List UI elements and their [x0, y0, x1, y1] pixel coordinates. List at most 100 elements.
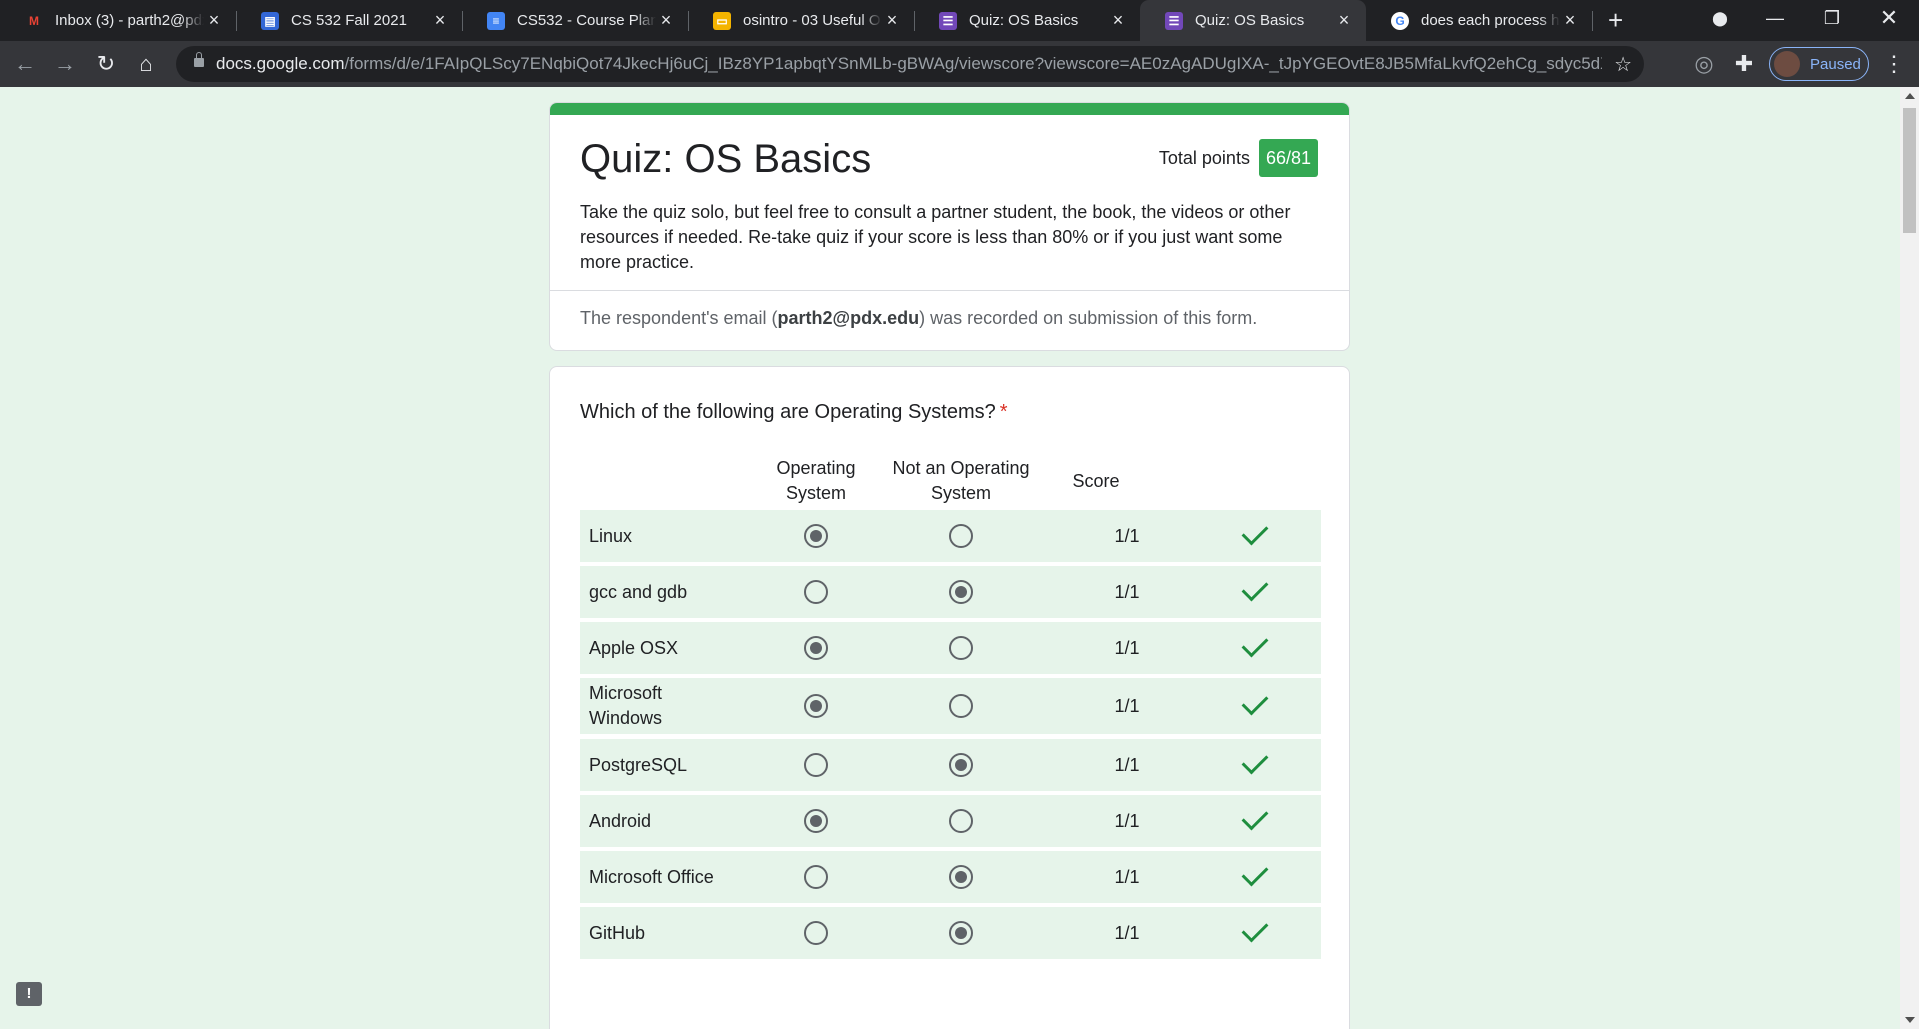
- close-icon[interactable]: ×: [882, 10, 902, 31]
- option-not-os-radio[interactable]: [949, 921, 973, 945]
- theme-color-band: [550, 103, 1349, 115]
- option-os-radio[interactable]: [804, 809, 828, 833]
- option-not-os-radio[interactable]: [949, 865, 973, 889]
- row-label: Android: [589, 810, 652, 831]
- restore-icon[interactable]: ❐: [1804, 0, 1860, 36]
- option-os-radio[interactable]: [804, 636, 828, 660]
- scroll-down-arrow-icon[interactable]: [1905, 1017, 1915, 1023]
- form-header-card: Quiz: OS Basics Total points 66/81 Take …: [549, 102, 1350, 351]
- tab-title: CS 532 Fall 2021: [291, 12, 407, 29]
- sites-icon: ▤: [261, 11, 279, 30]
- close-icon[interactable]: ×: [204, 10, 224, 31]
- address-bar[interactable]: docs.google.com/forms/d/e/1FAIpQLScy7ENq…: [176, 46, 1644, 82]
- row-label: Microsoft Windows: [589, 683, 663, 728]
- row-label: Linux: [589, 525, 633, 546]
- column-header-score: Score: [1072, 471, 1120, 491]
- menu-kebab-icon[interactable]: ⋮: [1879, 49, 1909, 79]
- google-icon: G: [1391, 11, 1409, 30]
- slides-icon: ▭: [713, 11, 731, 30]
- minimize-icon[interactable]: —: [1747, 0, 1803, 36]
- url-path: /forms/d/e/1FAIpQLScy7ENqbiQot74JkecHj6u…: [344, 54, 1602, 73]
- option-not-os-radio[interactable]: [949, 809, 973, 833]
- tab-course-plan[interactable]: ≡ CS532 - Course Plan for Fall 2021 ×: [462, 0, 688, 41]
- question-text: Which of the following are Operating Sys…: [580, 401, 996, 423]
- option-not-os-radio[interactable]: [949, 753, 973, 777]
- tab-inbox[interactable]: M Inbox (3) - parth2@pdx.edu ×: [0, 0, 236, 41]
- column-header-os: Operating System: [776, 458, 856, 503]
- profile-button[interactable]: Paused: [1769, 47, 1869, 81]
- tab-title: Quiz: OS Basics: [1195, 12, 1305, 29]
- new-tab-plus-icon[interactable]: +: [1608, 5, 1623, 36]
- option-not-os-radio[interactable]: [949, 636, 973, 660]
- vertical-scrollbar[interactable]: [1900, 87, 1919, 1029]
- tab-quiz-os-basics-active[interactable]: ☰ Quiz: OS Basics ×: [1140, 0, 1366, 41]
- lock-icon[interactable]: [194, 52, 204, 67]
- forward-arrow-icon[interactable]: →: [50, 49, 80, 79]
- row-label: gcc and gdb: [589, 581, 688, 602]
- option-not-os-radio[interactable]: [949, 580, 973, 604]
- row-label: PostgreSQL: [589, 754, 688, 775]
- tab-quiz-os-basics[interactable]: ☰ Quiz: OS Basics ×: [914, 0, 1140, 41]
- grid-row: GitHub 1/1: [580, 907, 1321, 959]
- browser-tab-strip: M Inbox (3) - parth2@pdx.edu × ▤ CS 532 …: [0, 0, 1919, 41]
- close-icon[interactable]: ×: [1560, 10, 1580, 31]
- docs-icon: ≡: [487, 11, 505, 30]
- tab-google-search[interactable]: G does each process have ×: [1366, 0, 1592, 41]
- option-not-os-radio[interactable]: [949, 524, 973, 548]
- total-points-label: Total points: [1158, 147, 1250, 168]
- url-text[interactable]: docs.google.com/forms/d/e/1FAIpQLScy7ENq…: [216, 54, 1602, 74]
- form-title: Quiz: OS Basics: [580, 137, 872, 181]
- form-description: Take the quiz solo, but feel free to con…: [580, 202, 1291, 272]
- row-label: Microsoft Office: [589, 866, 714, 887]
- close-icon[interactable]: ×: [656, 10, 676, 31]
- total-points: Total points 66/81: [1159, 139, 1318, 177]
- close-icon[interactable]: ×: [1108, 10, 1128, 31]
- correct-check-icon: [1241, 803, 1269, 831]
- grid-row: Android 1/1: [580, 795, 1321, 847]
- tab-title: Quiz: OS Basics: [969, 12, 1079, 29]
- tab-cs532-site[interactable]: ▤ CS 532 Fall 2021 ×: [236, 0, 462, 41]
- close-window-icon[interactable]: ✕: [1861, 0, 1917, 36]
- tab-search-icon[interactable]: ⬤: [1692, 0, 1748, 36]
- question-title: Which of the following are Operating Sys…: [580, 401, 1008, 424]
- email-suffix: ) was recorded on submission of this for…: [919, 308, 1258, 328]
- avatar: [1774, 51, 1800, 77]
- report-feedback-icon[interactable]: !: [16, 982, 42, 1006]
- option-os-radio[interactable]: [804, 694, 828, 718]
- row-score: 1/1: [1114, 867, 1140, 887]
- reload-icon[interactable]: ↻: [91, 49, 121, 79]
- correct-check-icon: [1241, 747, 1269, 775]
- scroll-up-arrow-icon[interactable]: [1905, 93, 1915, 99]
- option-os-radio[interactable]: [804, 524, 828, 548]
- column-header-not-os: Not an Operating System: [892, 458, 1030, 503]
- forms-icon: ☰: [939, 11, 957, 30]
- required-asterisk: *: [999, 401, 1008, 423]
- bookmark-star-icon[interactable]: ☆: [1614, 52, 1632, 77]
- grid-row: PostgreSQL 1/1: [580, 739, 1321, 791]
- tab-title: osintro - 03 Useful OS: [743, 12, 882, 29]
- tab-osintro-slides[interactable]: ▭ osintro - 03 Useful OS ×: [688, 0, 914, 41]
- option-os-radio[interactable]: [804, 921, 828, 945]
- back-arrow-icon[interactable]: ←: [10, 49, 40, 79]
- close-icon[interactable]: ×: [1334, 10, 1354, 31]
- extension-icon[interactable]: ◎: [1689, 49, 1719, 79]
- grid-row: Linux 1/1: [580, 510, 1321, 562]
- row-score: 1/1: [1114, 526, 1140, 546]
- forms-icon: ☰: [1165, 11, 1183, 30]
- tab-title: CS532 - Course Plan for Fall 2021: [517, 12, 656, 29]
- row-score: 1/1: [1114, 696, 1140, 716]
- row-score: 1/1: [1114, 755, 1140, 775]
- extensions-puzzle-icon[interactable]: ✚: [1729, 49, 1759, 79]
- option-os-radio[interactable]: [804, 865, 828, 889]
- respondent-email: parth2@pdx.edu: [777, 308, 920, 328]
- close-icon[interactable]: ×: [430, 10, 450, 31]
- option-os-radio[interactable]: [804, 580, 828, 604]
- home-icon[interactable]: ⌂: [131, 49, 161, 79]
- grid-row: Microsoft Windows 1/1: [580, 678, 1321, 734]
- row-label: GitHub: [589, 922, 646, 943]
- option-not-os-radio[interactable]: [949, 694, 973, 718]
- browser-toolbar: ← → ↻ ⌂ docs.google.com/forms/d/e/1FAIpQ…: [0, 41, 1919, 87]
- option-os-radio[interactable]: [804, 753, 828, 777]
- scrollbar-thumb[interactable]: [1903, 108, 1916, 233]
- correct-check-icon: [1241, 630, 1269, 658]
